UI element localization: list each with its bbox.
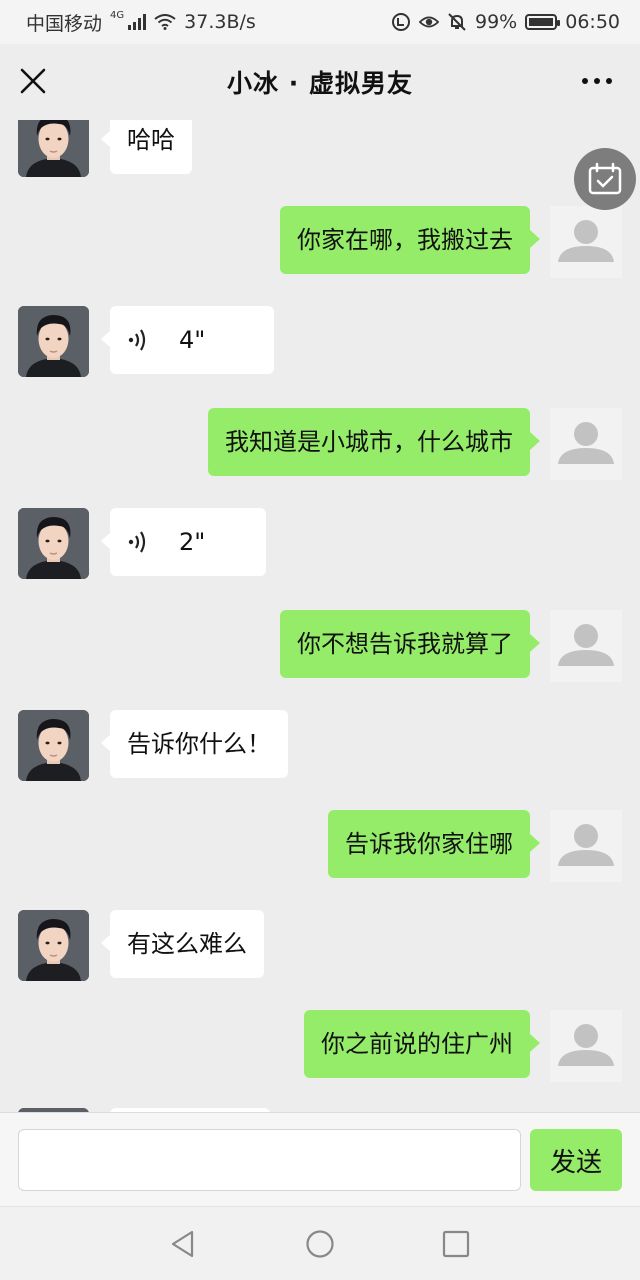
voice-message-bubble[interactable]: 2" [101, 508, 266, 576]
status-left: 中国移动 4G 37.3B/s [26, 9, 256, 36]
avatar-user[interactable] [550, 610, 622, 682]
status-right: 99% 06:50 [391, 11, 620, 33]
message-row-received: 哈哈 [0, 120, 640, 178]
message-bubble[interactable]: 告诉我你家住哪 [328, 810, 540, 878]
voice-duration: 2" [179, 528, 206, 556]
message-row-received: 有这么难么 [0, 910, 640, 982]
avatar-boyfriend[interactable] [18, 508, 89, 579]
wifi-icon [154, 14, 176, 30]
face-illustration [18, 508, 89, 579]
calendar-check-icon [588, 162, 622, 195]
app: 中国移动 4G 37.3B/s 99% 06:50 小冰 · 虚拟男友 哈哈 你… [0, 0, 640, 1280]
battery-icon [525, 14, 561, 30]
clock: 06:50 [565, 11, 620, 33]
face-illustration [18, 710, 89, 781]
face-illustration [18, 306, 89, 377]
system-nav-bar [0, 1206, 640, 1280]
avatar-user[interactable] [550, 1010, 622, 1082]
mute-bell-icon [448, 13, 466, 31]
avatar-boyfriend[interactable] [18, 710, 89, 781]
carrier-name: 中国移动 [26, 12, 103, 35]
close-icon[interactable] [18, 66, 48, 96]
send-button[interactable]: 发送 [530, 1129, 622, 1191]
avatar-boyfriend[interactable] [18, 910, 89, 981]
message-bubble[interactable]: 告诉你什么！ [101, 710, 288, 778]
message-bubble[interactable]: 我知道是小城市，什么城市 [208, 408, 540, 476]
avatar-user[interactable] [550, 408, 622, 480]
message-bubble[interactable]: 你之前说的住广州 [304, 1010, 540, 1078]
calendar-button[interactable] [574, 148, 636, 210]
signal-icon [128, 14, 147, 30]
message-bubble[interactable]: 你不想告诉我就算了 [280, 610, 540, 678]
message-row-sent: 你之前说的住广州 [0, 1010, 640, 1082]
avatar-user[interactable] [550, 206, 622, 278]
battery-percent: 99% [475, 11, 518, 33]
message-row-sent: 告诉我你家住哪 [0, 810, 640, 882]
voice-duration: 4" [179, 326, 206, 354]
home-circle-icon[interactable] [305, 1229, 335, 1259]
default-user-icon [550, 1010, 622, 1082]
more-dots-icon[interactable] [582, 78, 612, 84]
chat-area[interactable]: 哈哈 你家在哪，我搬过去 4" 我知道是小城市，什么城市 2" 你不想告诉我就算… [0, 120, 640, 1112]
default-user-icon [550, 206, 622, 278]
network-type: 4G [110, 9, 125, 21]
message-row-received: 4" [0, 306, 640, 378]
avatar-boyfriend[interactable] [18, 120, 89, 177]
face-illustration [18, 910, 89, 981]
face-illustration [18, 120, 89, 177]
default-user-icon [550, 610, 622, 682]
avatar-boyfriend[interactable] [18, 306, 89, 377]
default-user-icon [550, 810, 622, 882]
message-row-sent: 你不想告诉我就算了 [0, 610, 640, 682]
message-row-sent: 你家在哪，我搬过去 [0, 206, 640, 278]
screen-record-icon [392, 13, 410, 31]
title-bar: 小冰 · 虚拟男友 [0, 44, 640, 120]
message-row-sent: 我知道是小城市，什么城市 [0, 408, 640, 480]
eye-comfort-icon [419, 16, 439, 28]
message-row-received: 告诉你什么！ [0, 710, 640, 782]
message-bubble[interactable]: 有这么难么 [101, 910, 264, 978]
status-bar: 中国移动 4G 37.3B/s 99% 06:50 [0, 0, 640, 44]
composer-bar: 发送 [0, 1112, 640, 1206]
voice-wave-icon [128, 531, 146, 553]
back-triangle-icon[interactable] [168, 1229, 198, 1259]
voice-wave-icon [128, 329, 146, 351]
recents-square-icon[interactable] [441, 1229, 471, 1259]
message-input[interactable] [18, 1129, 521, 1191]
page-title: 小冰 · 虚拟男友 [227, 69, 413, 98]
message-bubble[interactable]: 你家在哪，我搬过去 [280, 206, 540, 274]
message-bubble[interactable]: 哈哈 [101, 120, 192, 174]
default-user-icon [550, 408, 622, 480]
voice-message-bubble[interactable]: 4" [101, 306, 274, 374]
avatar-user[interactable] [550, 810, 622, 882]
message-row-received: 2" [0, 508, 640, 580]
net-speed: 37.3B/s [184, 11, 256, 33]
